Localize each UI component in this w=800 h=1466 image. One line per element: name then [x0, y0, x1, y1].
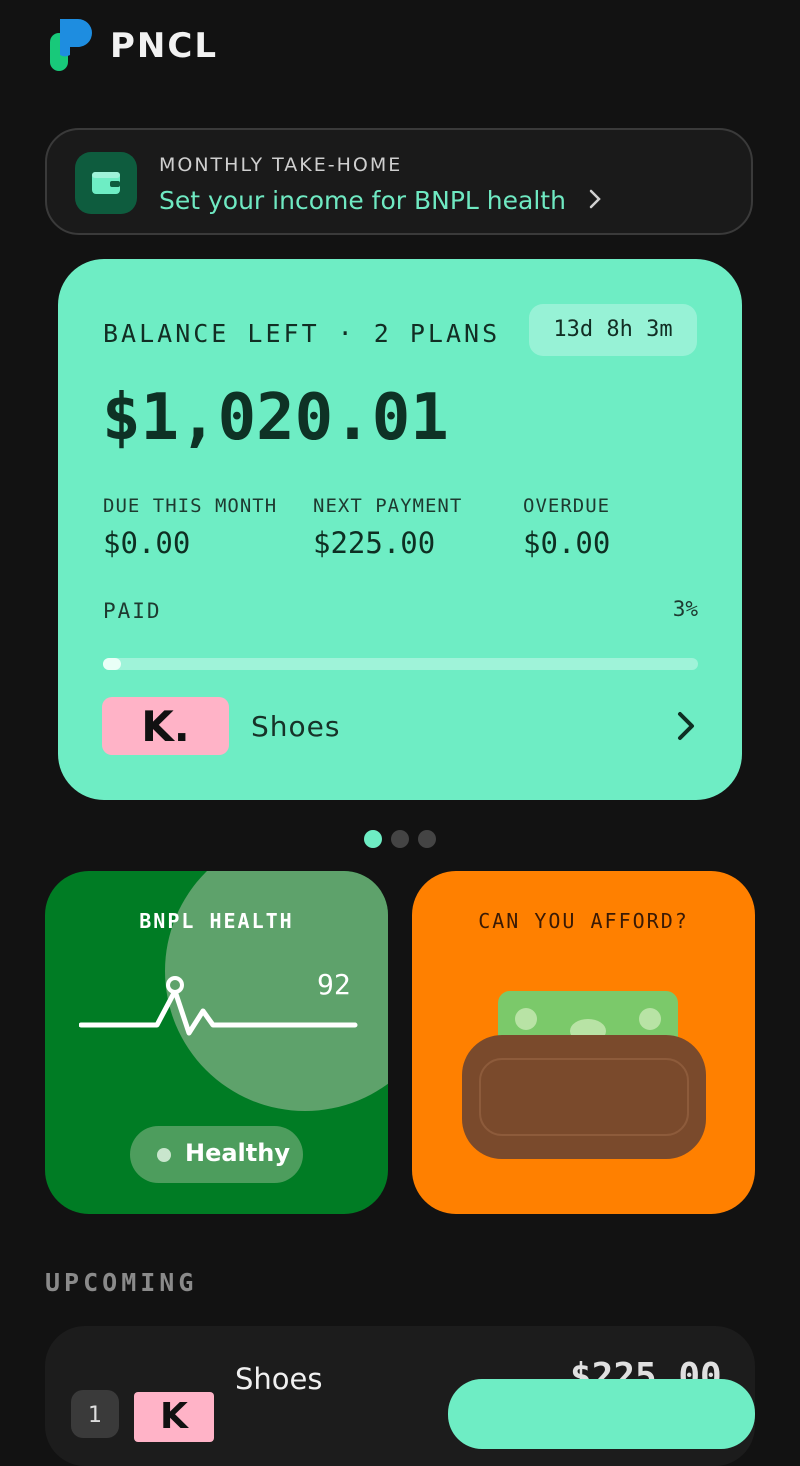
pncl-logo-icon	[50, 19, 92, 71]
chevron-right-icon[interactable]	[675, 710, 697, 742]
carousel-dot[interactable]	[391, 830, 409, 848]
health-score: 92	[317, 968, 351, 1001]
can-you-afford-tile[interactable]: CAN YOU AFFORD?	[412, 871, 755, 1214]
next-payment-value: $225.00	[313, 526, 436, 560]
plan-name: Shoes	[251, 710, 341, 743]
overdue-label: OVERDUE	[523, 495, 611, 517]
status-dot	[157, 1148, 171, 1162]
chevron-right-icon	[589, 189, 601, 209]
floating-action-button[interactable]	[448, 1379, 755, 1449]
paid-progress-fill	[103, 658, 121, 670]
paid-percent: 3%	[672, 597, 698, 621]
wallet-icon	[75, 152, 137, 214]
upcoming-section-title: UPCOMING	[45, 1268, 198, 1297]
countdown-badge: 13d 8h 3m	[529, 304, 697, 356]
carousel-dot-active[interactable]	[364, 830, 382, 848]
klarna-logo: K	[134, 1392, 214, 1442]
health-status-text: Healthy	[185, 1139, 290, 1167]
payment-index-badge: 1	[71, 1390, 119, 1438]
klarna-logo: K.	[102, 697, 229, 755]
due-this-month-value: $0.00	[103, 526, 191, 560]
paid-progress-bar	[103, 658, 698, 670]
health-status-pill: Healthy	[130, 1126, 303, 1183]
bnpl-health-title: BNPL HEALTH	[139, 909, 294, 933]
upcoming-item-name: Shoes	[235, 1362, 323, 1396]
income-banner[interactable]: MONTHLY TAKE-HOME Set your income for BN…	[45, 128, 753, 235]
balance-amount: $1,020.01	[102, 381, 449, 455]
balance-card[interactable]: BALANCE LEFT · 2 PLANS 13d 8h 3m $1,020.…	[58, 259, 742, 800]
next-payment-label: NEXT PAYMENT	[313, 495, 463, 517]
balance-label: BALANCE LEFT · 2 PLANS	[103, 319, 501, 348]
set-income-link[interactable]: Set your income for BNPL health	[159, 186, 566, 215]
carousel-dot[interactable]	[418, 830, 436, 848]
app-title: PNCL	[110, 26, 218, 66]
due-this-month-label: DUE THIS MONTH	[103, 495, 278, 517]
can-you-afford-title: CAN YOU AFFORD?	[478, 909, 689, 933]
bnpl-health-tile[interactable]: BNPL HEALTH 92 Healthy	[45, 871, 388, 1214]
wallet-cash-icon	[462, 991, 706, 1159]
income-label: MONTHLY TAKE-HOME	[159, 154, 403, 176]
paid-label: PAID	[103, 599, 162, 623]
overdue-value: $0.00	[523, 526, 611, 560]
